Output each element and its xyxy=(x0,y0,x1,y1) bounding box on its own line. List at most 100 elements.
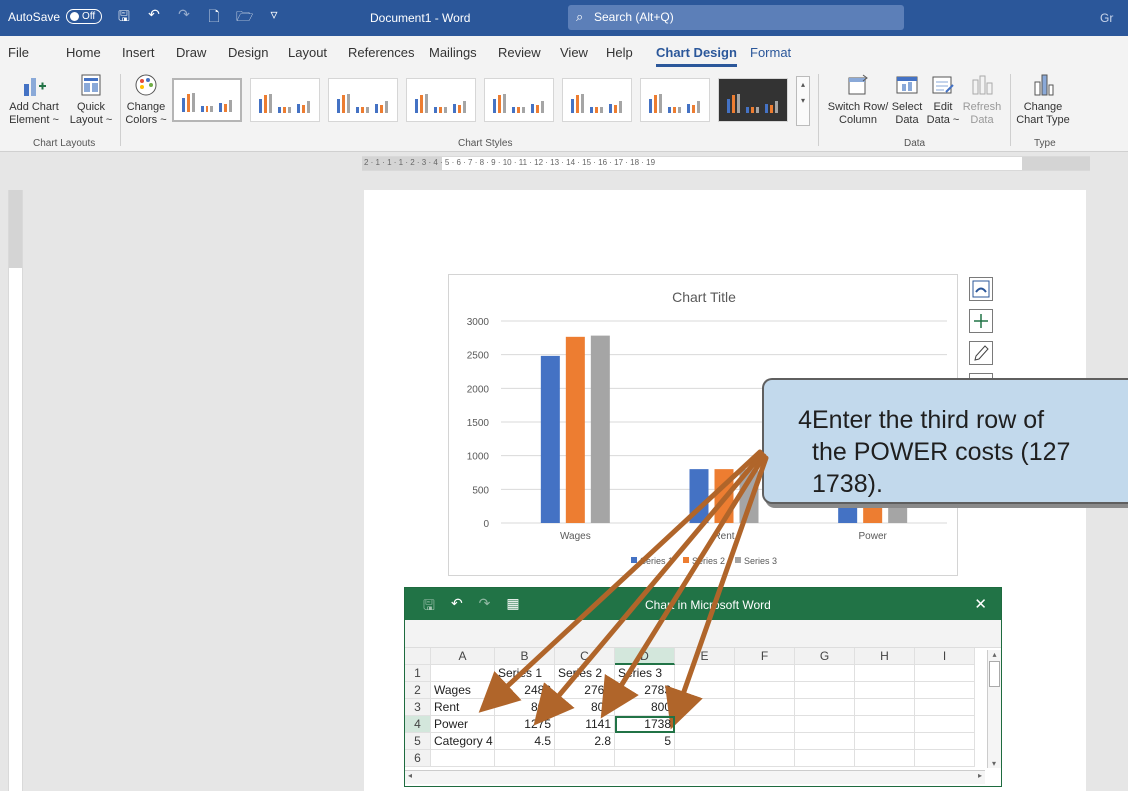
tab-layout[interactable]: Layout xyxy=(288,45,327,60)
spreadsheet-cell[interactable]: Power xyxy=(431,716,495,733)
row-header[interactable]: 3 xyxy=(405,699,431,716)
spreadsheet-cell[interactable] xyxy=(915,665,975,682)
search-box[interactable]: ⌕ Search (Alt+Q) xyxy=(568,5,904,30)
column-header[interactable]: E xyxy=(675,648,735,665)
add-chart-element-button[interactable]: Add Chart Element ~ xyxy=(2,72,66,127)
spreadsheet-cell[interactable] xyxy=(795,733,855,750)
spreadsheet-cell[interactable]: Category 4 xyxy=(431,733,495,750)
vertical-ruler[interactable] xyxy=(8,190,23,791)
column-header[interactable]: F xyxy=(735,648,795,665)
spreadsheet-cell[interactable] xyxy=(675,682,735,699)
tab-mailings[interactable]: Mailings xyxy=(429,45,477,60)
spreadsheet-cell[interactable] xyxy=(431,750,495,767)
chart-elements-plus-icon[interactable] xyxy=(969,309,993,333)
row-header[interactable]: 2 xyxy=(405,682,431,699)
undo-icon[interactable]: ↶ xyxy=(146,6,162,30)
gallery-scroll[interactable]: ▴ ▾ xyxy=(796,76,810,126)
layout-options-icon[interactable] xyxy=(969,277,993,301)
horizontal-ruler[interactable]: 2 · 1 · 1 · 1 · 2 · 3 · 4 · 5 · 6 · 7 · … xyxy=(0,153,1128,174)
spreadsheet-cell[interactable] xyxy=(855,733,915,750)
column-header[interactable]: I xyxy=(915,648,975,665)
spreadsheet-cell[interactable] xyxy=(431,665,495,682)
chart-style-thumbnail[interactable] xyxy=(562,78,632,122)
spreadsheet-cell[interactable] xyxy=(855,716,915,733)
scroll-down-icon[interactable]: ▾ xyxy=(988,759,1000,768)
chart-style-thumbnail[interactable] xyxy=(328,78,398,122)
chart-style-thumbnail[interactable] xyxy=(484,78,554,122)
spreadsheet-cell[interactable] xyxy=(795,750,855,767)
scroll-thumb[interactable] xyxy=(989,661,1000,687)
customize-qat-icon[interactable]: ▿ xyxy=(266,6,282,30)
autosave-control[interactable]: AutoSave Off xyxy=(8,9,103,24)
autosave-toggle[interactable]: Off xyxy=(66,9,103,24)
spreadsheet-cell[interactable] xyxy=(915,699,975,716)
spreadsheet-cell[interactable]: 2.8 xyxy=(555,733,615,750)
spreadsheet-cell[interactable]: 2482 xyxy=(495,682,555,699)
tab-format[interactable]: Format xyxy=(750,45,791,60)
tab-home[interactable]: Home xyxy=(66,45,101,60)
chart-style-thumbnail[interactable] xyxy=(172,78,242,122)
column-header[interactable]: H xyxy=(855,648,915,665)
close-icon[interactable]: ✕ xyxy=(974,595,987,613)
spreadsheet-cell[interactable]: 800 xyxy=(555,699,615,716)
edit-in-excel-icon[interactable]: ▦ xyxy=(506,595,519,619)
scroll-up-icon[interactable]: ▴ xyxy=(988,650,1001,659)
refresh-data-button[interactable]: Refresh Data xyxy=(962,72,1002,127)
tab-draw[interactable]: Draw xyxy=(176,45,206,60)
column-header[interactable]: B xyxy=(495,648,555,665)
row-header[interactable]: 5 xyxy=(405,733,431,750)
spreadsheet-cell[interactable] xyxy=(735,750,795,767)
spreadsheet-cell[interactable] xyxy=(855,699,915,716)
select-all-corner[interactable] xyxy=(405,648,431,665)
tab-chart-design[interactable]: Chart Design xyxy=(656,45,737,67)
spreadsheet-cell[interactable]: 800 xyxy=(615,699,675,716)
spreadsheet-cell[interactable] xyxy=(795,716,855,733)
row-header[interactable]: 1 xyxy=(405,665,431,682)
chart-style-thumbnail[interactable] xyxy=(250,78,320,122)
scroll-right-icon[interactable]: ▸ xyxy=(978,771,982,780)
undo-icon[interactable]: ↶ xyxy=(451,595,463,619)
change-chart-type-button[interactable]: Change Chart Type xyxy=(1014,72,1072,127)
spreadsheet-cell[interactable] xyxy=(735,716,795,733)
spreadsheet-cell[interactable]: Series 2 xyxy=(555,665,615,682)
spreadsheet-cell[interactable]: 2765 xyxy=(555,682,615,699)
chart-style-thumbnail[interactable] xyxy=(406,78,476,122)
spreadsheet-cell[interactable]: 1141 xyxy=(555,716,615,733)
user-initials[interactable]: Gr xyxy=(1100,11,1113,25)
vertical-scrollbar[interactable]: ▴ ▾ xyxy=(987,650,1001,768)
spreadsheet-cell[interactable] xyxy=(675,716,735,733)
spreadsheet-cell[interactable] xyxy=(795,682,855,699)
spreadsheet-cell[interactable] xyxy=(795,699,855,716)
spreadsheet-cell[interactable]: Rent xyxy=(431,699,495,716)
horizontal-scrollbar[interactable]: ◂ ▸ xyxy=(405,770,985,784)
spreadsheet-cell[interactable] xyxy=(915,716,975,733)
row-header[interactable]: 6 xyxy=(405,750,431,767)
redo-icon[interactable]: ↷ xyxy=(176,6,192,30)
column-header[interactable]: A xyxy=(431,648,495,665)
new-document-icon[interactable]: 🗋 xyxy=(206,6,222,30)
spreadsheet-cell[interactable] xyxy=(675,750,735,767)
spreadsheet-cell[interactable] xyxy=(675,733,735,750)
tab-design[interactable]: Design xyxy=(228,45,268,60)
spreadsheet-cell[interactable]: 5 xyxy=(615,733,675,750)
spreadsheet-cell[interactable]: 800 xyxy=(495,699,555,716)
tab-review[interactable]: Review xyxy=(498,45,541,60)
spreadsheet-cell[interactable] xyxy=(615,750,675,767)
spreadsheet-cell[interactable]: 1275 xyxy=(495,716,555,733)
column-header[interactable]: C xyxy=(555,648,615,665)
spreadsheet-cell[interactable]: 4.5 xyxy=(495,733,555,750)
scroll-left-icon[interactable]: ◂ xyxy=(408,771,412,780)
redo-icon[interactable]: ↷ xyxy=(479,595,491,619)
spreadsheet-cell[interactable] xyxy=(915,733,975,750)
edit-data-button[interactable]: Edit Data ~ xyxy=(926,72,960,127)
spreadsheet-cell[interactable] xyxy=(735,733,795,750)
chart-style-thumbnail[interactable] xyxy=(640,78,710,122)
column-header[interactable]: G xyxy=(795,648,855,665)
row-header[interactable]: 4 xyxy=(405,716,431,733)
tab-references[interactable]: References xyxy=(348,45,414,60)
spreadsheet-cell[interactable] xyxy=(855,665,915,682)
tab-help[interactable]: Help xyxy=(606,45,633,60)
save-icon[interactable]: 🖫 xyxy=(116,6,132,30)
spreadsheet-cell[interactable] xyxy=(795,665,855,682)
chart-style-thumbnail[interactable] xyxy=(718,78,788,122)
